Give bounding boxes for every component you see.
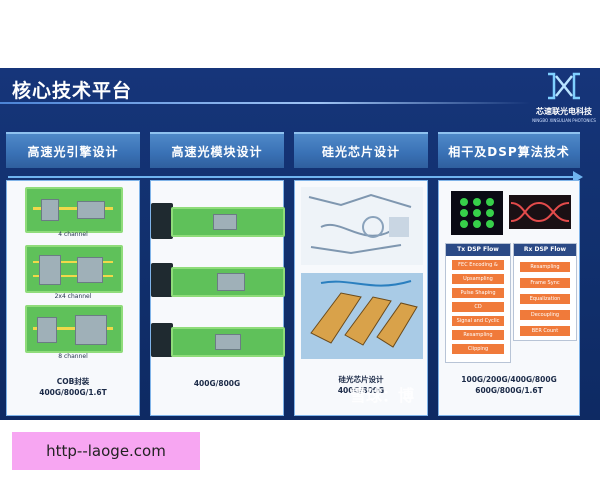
tx-step-5: Signal and Cyclic Adjustment — [452, 316, 504, 334]
module-connector-1 — [151, 203, 173, 239]
rx-step-5: BER Count — [520, 326, 570, 336]
tab-optical-module: 高速光模块设计 — [150, 132, 284, 168]
module-connector-3 — [151, 323, 173, 357]
panel-optical-engine: 4 channel 2x4 channel 8 channel COB封装 40… — [6, 180, 140, 416]
tx-step-2: Upsampling — [452, 274, 504, 284]
rx-flow-title: Rx DSP Flow — [514, 244, 576, 256]
chip-layout-image — [301, 187, 423, 265]
tab-optical-engine: 高速光引擎设计 — [6, 132, 140, 168]
chip-3d-image — [301, 273, 423, 359]
caption-dsp-rates: 100G/200G/400G/800G — [461, 375, 557, 384]
panel-optical-module: 400G/800G — [150, 180, 285, 416]
timeline-arrow — [8, 176, 578, 178]
module-image-1 — [171, 207, 285, 237]
company-logo: 芯速联光电科技 NINGBO XINSULIAN PHOTONICS — [532, 72, 596, 128]
tx-step-6: Resampling — [452, 330, 504, 340]
tx-step-3: Pulse Shaping — [452, 288, 504, 298]
slide: 核心技术平台 芯速联光电科技 NINGBO XINSULIAN PHOTONIC… — [0, 68, 600, 420]
board-4ch-image — [25, 187, 123, 233]
constellation-image — [451, 191, 503, 235]
logo-name-cn: 芯速联光电科技 — [536, 107, 592, 116]
tx-dsp-flow: Tx DSP Flow FEC Encoding & PAM4 Mapping … — [445, 243, 511, 363]
rx-step-2: Frame Sync — [520, 278, 570, 288]
tx-step-1: FEC Encoding & PAM4 Mapping — [452, 260, 504, 278]
caption-rates: 400G/800G/1.6T — [39, 388, 107, 397]
label-2x4-channel: 2x4 channel — [54, 293, 92, 300]
caption-module-rates: 400G/800G — [193, 379, 241, 388]
tx-flow-title: Tx DSP Flow — [446, 244, 510, 256]
caption-cob: COB封装 — [56, 377, 90, 386]
module-image-2 — [171, 267, 285, 297]
slide-title: 核心技术平台 — [12, 80, 133, 102]
panel-coherent-dsp: Tx DSP Flow FEC Encoding & PAM4 Mapping … — [438, 180, 580, 416]
eye-diagram-image — [509, 195, 571, 229]
tab-coherent-dsp: 相干及DSP算法技术 — [438, 132, 580, 168]
module-connector-2 — [151, 263, 173, 297]
logo-icon — [548, 72, 580, 100]
tx-step-4: CD Precompensation — [452, 302, 504, 320]
tx-step-7: Clipping — [452, 344, 504, 354]
tab-silicon-photonics: 硅光芯片设计 — [294, 132, 428, 168]
panel-silicon-photonics: 硅光芯片设计 400G/800G — [294, 180, 428, 416]
url-overlay: http--laoge.com — [12, 432, 200, 470]
rx-dsp-flow: Rx DSP Flow Resampling Frame Sync Equali… — [513, 243, 577, 341]
label-8-channel: 8 channel — [58, 353, 88, 360]
board-2x4ch-image — [25, 245, 123, 293]
rx-step-1: Resampling — [520, 262, 570, 272]
board-8ch-image — [25, 305, 123, 353]
rx-step-3: Equalization — [520, 294, 570, 304]
url-text: http--laoge.com — [46, 442, 166, 460]
module-image-3 — [171, 327, 285, 357]
logo-name-en: NINGBO XINSULIAN PHOTONICS — [532, 118, 596, 123]
label-4-channel: 4 channel — [58, 231, 88, 238]
rx-step-4: Decoupling — [520, 310, 570, 320]
title-divider — [0, 102, 530, 104]
watermark: 雪球：博 — [350, 386, 415, 405]
caption-dsp-rates-2: 600G/800G/1.6T — [475, 386, 543, 395]
